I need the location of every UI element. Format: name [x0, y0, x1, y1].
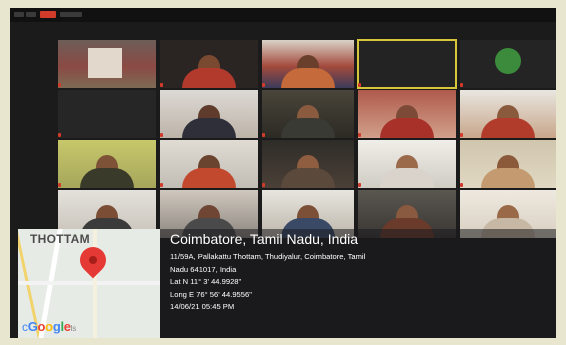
- meeting-top-bar: [10, 8, 556, 22]
- participant-video-tile[interactable]: [262, 140, 354, 188]
- geotag-timestamp: 14/06/21 05:45 PM: [170, 302, 235, 312]
- geotag-city: Coimbatore, Tamil Nadu, India: [170, 231, 359, 247]
- participant-video-tile[interactable]: [358, 90, 456, 138]
- map-area-label: THOTTAM: [30, 232, 90, 246]
- active-speaker-tile[interactable]: [357, 39, 457, 89]
- map-pin-dot-icon: [89, 256, 97, 264]
- participant-video-tile[interactable]: [358, 140, 456, 188]
- participant-video-tile[interactable]: [160, 40, 258, 88]
- participant-video-tile[interactable]: [58, 90, 156, 138]
- participant-video-tile[interactable]: [460, 90, 556, 138]
- participant-video-tile[interactable]: [262, 90, 354, 138]
- participant-video-tile[interactable]: [58, 40, 156, 88]
- view-options-icon[interactable]: [60, 12, 82, 17]
- location-map-thumbnail: THOTTAM cGooglels: [18, 229, 160, 338]
- participant-avatar-tile[interactable]: [460, 40, 556, 88]
- participant-video-tile[interactable]: [160, 140, 258, 188]
- participant-video-tile[interactable]: [262, 40, 354, 88]
- view-icon[interactable]: [26, 12, 36, 17]
- geotag-text-block: Coimbatore, Tamil Nadu, India 11/59A, Pa…: [170, 231, 554, 314]
- geotag-address-line1: 11/59A, Pallakattu Thottam, Thudiyalur, …: [170, 252, 366, 261]
- geotag-address-line2: Nadu 641017, India: [170, 264, 237, 274]
- geotag-latitude: Lat N 11° 3' 44.9928": [170, 277, 242, 287]
- participant-video-tile[interactable]: [460, 140, 556, 188]
- participant-video-tile[interactable]: [58, 140, 156, 188]
- participant-video-tile[interactable]: [160, 90, 258, 138]
- geotag-longitude: Long E 76° 56' 44.9556": [170, 289, 252, 299]
- geotag-overlay: THOTTAM cGooglels Coimbatore, Tamil Nadu…: [18, 229, 556, 338]
- recording-icon: [40, 11, 56, 18]
- avatar: [495, 48, 521, 74]
- meeting-info-icon[interactable]: [14, 12, 24, 17]
- google-logo: cGooglels: [22, 319, 76, 334]
